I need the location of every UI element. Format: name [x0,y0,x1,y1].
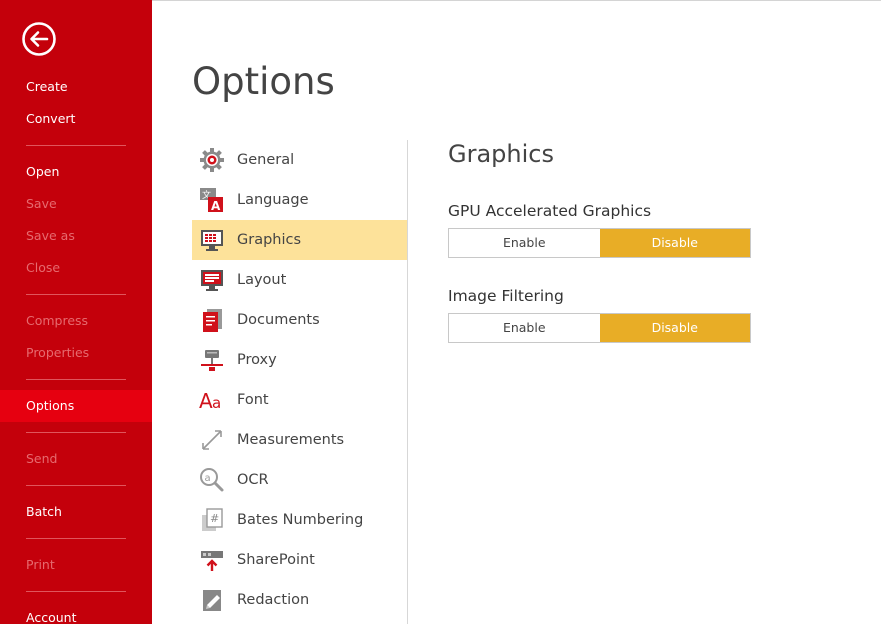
menu-item-send: Send [26,451,58,466]
backstage-sidebar: Create Convert Open Save Save as Close C… [0,0,152,624]
category-general[interactable]: General [192,140,408,180]
category-label: Redaction [237,592,310,608]
category-label: Language [237,192,309,208]
gpu-disable-button[interactable]: Disable [599,229,750,257]
menu-separator [26,538,126,539]
category-label: Graphics [237,232,302,248]
image-filtering-disable-button[interactable]: Disable [599,314,750,342]
gpu-accelerated-graphics-toggle: Enable Disable [448,228,751,258]
image-filtering-label: Image Filtering [448,287,564,305]
proxy-network-icon [199,347,225,373]
category-measurements[interactable]: Measurements [192,420,408,460]
image-filtering-enable-button[interactable]: Enable [449,314,600,342]
category-documents[interactable]: Documents [192,300,408,340]
menu-separator [26,294,126,295]
category-font[interactable]: A a Font [192,380,408,420]
category-redaction[interactable]: Redaction [192,580,408,620]
menu-item-options[interactable]: Options [0,390,152,422]
category-label: Layout [237,272,287,288]
category-ocr[interactable]: a OCR [192,460,408,500]
menu-separator [26,485,126,486]
category-layout[interactable]: Layout [192,260,408,300]
category-label: Font [237,392,269,408]
category-label: Measurements [237,432,345,448]
font-icon: A a [199,387,225,413]
menu-item-close: Close [26,260,61,275]
category-label: SharePoint [237,552,315,568]
back-button[interactable] [21,21,57,57]
menu-item-open[interactable]: Open [0,156,152,188]
menu-item-account[interactable]: Account [0,602,152,624]
panel-divider [407,140,408,624]
language-icon: 文 A [199,187,225,213]
menu-separator [26,145,126,146]
page-title: Options [192,60,335,103]
svg-text:a: a [205,473,211,484]
category-label: Documents [237,312,320,328]
menu-item-print: Print [26,557,55,572]
gpu-accelerated-graphics-label: GPU Accelerated Graphics [448,202,652,220]
category-graphics[interactable]: Graphics [192,220,408,260]
category-bates-numbering[interactable]: # Bates Numbering [192,500,408,540]
menu-item-save-as: Save as [26,228,75,243]
ruler-icon [199,427,225,453]
gear-icon [199,147,225,173]
top-border [152,0,881,1]
category-language[interactable]: 文 A Language [192,180,408,220]
menu-item-batch[interactable]: Batch [0,496,152,528]
category-label: Proxy [237,352,277,368]
category-label: OCR [237,472,269,488]
menu-item-properties: Properties [26,345,90,360]
menu-item-create[interactable]: Create [0,71,152,103]
svg-text:A: A [211,199,221,213]
ocr-magnifier-icon: a [199,467,225,493]
layout-monitor-icon [199,267,225,293]
menu-item-convert[interactable]: Convert [0,103,152,135]
panel-title: Graphics [448,140,554,168]
graphics-monitor-icon [199,227,225,253]
menu-separator [26,432,126,433]
sharepoint-upload-icon [199,547,225,573]
bates-numbering-icon: # [199,507,225,533]
redaction-icon [199,587,225,613]
documents-icon [199,307,225,333]
category-proxy[interactable]: Proxy [192,340,408,380]
image-filtering-toggle: Enable Disable [448,313,751,343]
svg-text:#: # [210,512,219,525]
svg-text:A: A [199,389,213,413]
svg-text:a: a [212,394,221,412]
category-sharepoint[interactable]: SharePoint [192,540,408,580]
arrow-left-circle-icon [21,22,57,61]
gpu-enable-button[interactable]: Enable [449,229,600,257]
menu-item-save: Save [26,196,57,211]
category-label: General [237,152,295,168]
options-category-list: General 文 A Language Graphics Layout Doc… [192,140,408,620]
menu-item-compress: Compress [26,313,89,328]
category-label: Bates Numbering [237,512,364,528]
menu-separator [26,379,126,380]
menu-separator [26,591,126,592]
